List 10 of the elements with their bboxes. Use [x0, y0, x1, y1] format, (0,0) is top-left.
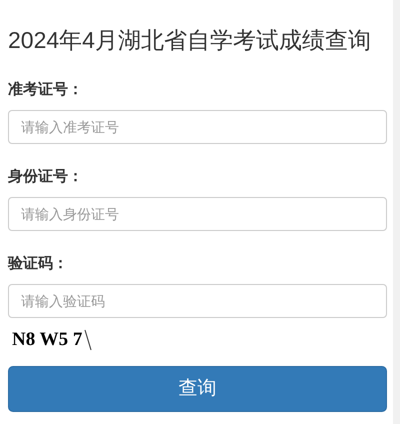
page-title: 2024年4月湖北省自学考试成绩查询 — [8, 26, 371, 55]
field-label: 准考证号： — [8, 80, 84, 100]
field-label: 验证码： — [8, 254, 69, 274]
input-field[interactable]: 请输入准考证号 — [8, 110, 387, 144]
field-label: 身份证号： — [8, 167, 84, 187]
captcha-line-icon — [84, 329, 92, 351]
input-field[interactable]: 请输入验证码 — [8, 284, 387, 318]
captcha-text: N8 W5 7 — [12, 329, 82, 351]
query-button[interactable]: 查询 — [8, 366, 387, 412]
input-field[interactable]: 请输入身份证号 — [8, 197, 387, 231]
